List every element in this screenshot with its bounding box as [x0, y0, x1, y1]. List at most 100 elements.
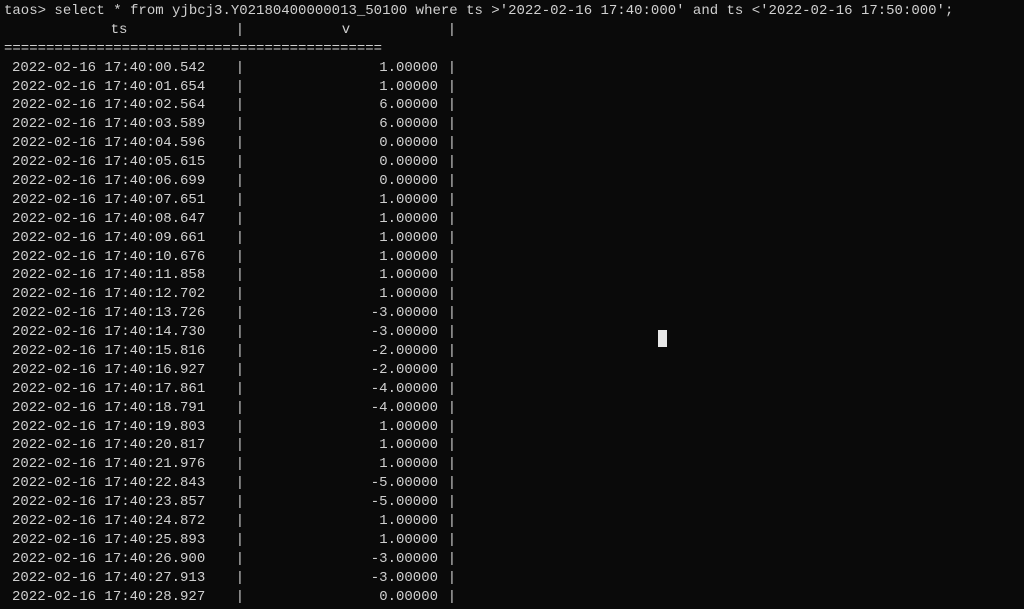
table-row: 2022-02-16 17:40:04.596|0.00000| — [4, 134, 1020, 153]
cell-separator: | — [234, 266, 246, 285]
table-row: 2022-02-16 17:40:06.699|0.00000| — [4, 172, 1020, 191]
cell-v: -4.00000 — [246, 399, 446, 418]
cell-separator: | — [446, 474, 458, 493]
table-row: 2022-02-16 17:40:20.817|1.00000| — [4, 436, 1020, 455]
table-row: 2022-02-16 17:40:12.702|1.00000| — [4, 285, 1020, 304]
cell-ts: 2022-02-16 17:40:21.976 — [4, 455, 234, 474]
cell-separator: | — [234, 569, 246, 588]
cell-separator: | — [234, 172, 246, 191]
cell-v: 1.00000 — [246, 229, 446, 248]
cell-ts: 2022-02-16 17:40:23.857 — [4, 493, 234, 512]
cell-v: -5.00000 — [246, 474, 446, 493]
cell-v: -3.00000 — [246, 323, 446, 342]
cell-separator: | — [446, 361, 458, 380]
cell-separator: | — [446, 134, 458, 153]
cell-separator: | — [234, 210, 246, 229]
cell-separator: | — [234, 342, 246, 361]
cell-ts: 2022-02-16 17:40:18.791 — [4, 399, 234, 418]
cell-separator: | — [446, 285, 458, 304]
cell-ts: 2022-02-16 17:40:06.699 — [4, 172, 234, 191]
table-row: 2022-02-16 17:40:14.730|-3.00000| — [4, 323, 1020, 342]
cell-v: 1.00000 — [246, 512, 446, 531]
cell-ts: 2022-02-16 17:40:24.872 — [4, 512, 234, 531]
table-row: 2022-02-16 17:40:17.861|-4.00000| — [4, 380, 1020, 399]
cell-v: 0.00000 — [246, 153, 446, 172]
cell-ts: 2022-02-16 17:40:26.900 — [4, 550, 234, 569]
cell-separator: | — [234, 323, 246, 342]
table-row: 2022-02-16 17:40:26.900|-3.00000| — [4, 550, 1020, 569]
sql-query: select * from yjbcj3.Y02180400000013_501… — [46, 3, 953, 19]
cell-separator: | — [234, 455, 246, 474]
table-row: 2022-02-16 17:40:10.676|1.00000| — [4, 248, 1020, 267]
cell-ts: 2022-02-16 17:40:00.542 — [4, 59, 234, 78]
header-divider: ========================================… — [4, 40, 1020, 59]
cell-separator: | — [446, 342, 458, 361]
cell-ts: 2022-02-16 17:40:28.927 — [4, 588, 234, 607]
cell-separator: | — [446, 455, 458, 474]
cell-separator: | — [446, 512, 458, 531]
cell-separator: | — [234, 115, 246, 134]
table-row: 2022-02-16 17:40:15.816|-2.00000| — [4, 342, 1020, 361]
table-row: 2022-02-16 17:40:08.647|1.00000| — [4, 210, 1020, 229]
cell-separator: | — [446, 96, 458, 115]
cell-separator: | — [446, 78, 458, 97]
cell-ts: 2022-02-16 17:40:08.647 — [4, 210, 234, 229]
cell-ts: 2022-02-16 17:40:09.661 — [4, 229, 234, 248]
cell-ts: 2022-02-16 17:40:19.803 — [4, 418, 234, 437]
column-header-ts: ts — [4, 21, 234, 40]
cell-v: 0.00000 — [246, 172, 446, 191]
table-row: 2022-02-16 17:40:02.564|6.00000| — [4, 96, 1020, 115]
table-row: 2022-02-16 17:40:18.791|-4.00000| — [4, 399, 1020, 418]
table-row: 2022-02-16 17:40:19.803|1.00000| — [4, 418, 1020, 437]
column-separator: | — [234, 21, 246, 40]
cell-ts: 2022-02-16 17:40:15.816 — [4, 342, 234, 361]
cell-separator: | — [234, 380, 246, 399]
cell-ts: 2022-02-16 17:40:13.726 — [4, 304, 234, 323]
cell-separator: | — [234, 418, 246, 437]
cell-v: 1.00000 — [246, 266, 446, 285]
cell-v: 0.00000 — [246, 134, 446, 153]
table-row: 2022-02-16 17:40:22.843|-5.00000| — [4, 474, 1020, 493]
cell-v: -3.00000 — [246, 304, 446, 323]
cell-v: -5.00000 — [246, 493, 446, 512]
cell-ts: 2022-02-16 17:40:02.564 — [4, 96, 234, 115]
cell-ts: 2022-02-16 17:40:16.927 — [4, 361, 234, 380]
table-row: 2022-02-16 17:40:23.857|-5.00000| — [4, 493, 1020, 512]
cell-v: -2.00000 — [246, 361, 446, 380]
cell-v: 6.00000 — [246, 115, 446, 134]
cell-v: -2.00000 — [246, 342, 446, 361]
cell-separator: | — [234, 531, 246, 550]
cell-v: 1.00000 — [246, 418, 446, 437]
cell-separator: | — [446, 229, 458, 248]
cell-v: -3.00000 — [246, 550, 446, 569]
column-header-v: v — [246, 21, 446, 40]
cell-ts: 2022-02-16 17:40:05.615 — [4, 153, 234, 172]
table-row: 2022-02-16 17:40:13.726|-3.00000| — [4, 304, 1020, 323]
cell-separator: | — [446, 153, 458, 172]
table-row: 2022-02-16 17:40:05.615|0.00000| — [4, 153, 1020, 172]
cell-separator: | — [446, 59, 458, 78]
cell-separator: | — [234, 153, 246, 172]
cell-separator: | — [234, 512, 246, 531]
cell-v: 1.00000 — [246, 191, 446, 210]
cell-separator: | — [234, 134, 246, 153]
cell-separator: | — [446, 588, 458, 607]
table-header: ts | v | — [4, 21, 1020, 40]
table-row: 2022-02-16 17:40:11.858|1.00000| — [4, 266, 1020, 285]
column-separator: | — [446, 21, 458, 40]
cell-v: -3.00000 — [246, 569, 446, 588]
cell-ts: 2022-02-16 17:40:20.817 — [4, 436, 234, 455]
cell-separator: | — [446, 172, 458, 191]
cell-ts: 2022-02-16 17:40:25.893 — [4, 531, 234, 550]
table-row: 2022-02-16 17:40:21.976|1.00000| — [4, 455, 1020, 474]
terminal-output[interactable]: taos> select * from yjbcj3.Y021804000000… — [0, 0, 1024, 609]
command-line: taos> select * from yjbcj3.Y021804000000… — [4, 2, 1020, 21]
cell-separator: | — [446, 304, 458, 323]
cell-separator: | — [234, 436, 246, 455]
table-row: 2022-02-16 17:40:28.927|0.00000| — [4, 588, 1020, 607]
cell-separator: | — [234, 550, 246, 569]
cell-v: 1.00000 — [246, 285, 446, 304]
table-row: 2022-02-16 17:40:00.542|1.00000| — [4, 59, 1020, 78]
cell-separator: | — [234, 191, 246, 210]
cell-ts: 2022-02-16 17:40:17.861 — [4, 380, 234, 399]
